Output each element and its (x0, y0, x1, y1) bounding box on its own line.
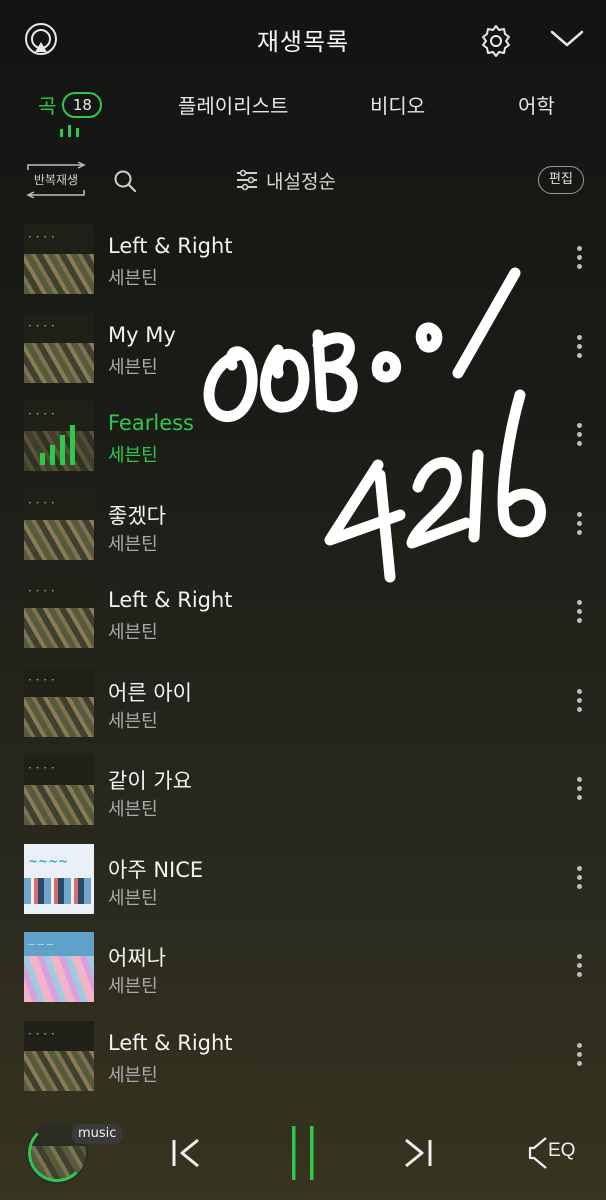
track-title: Left & Right (108, 588, 233, 612)
more-vertical-icon[interactable] (574, 688, 584, 717)
previous-icon[interactable] (170, 1136, 204, 1170)
album-art: · · · · (24, 401, 94, 471)
tab-language[interactable]: 어학 (518, 90, 555, 119)
more-vertical-icon[interactable] (574, 777, 584, 805)
track-artist: 세븐틴 (108, 710, 158, 732)
tab-bar: 곡 18 플레이리스트 비디오 어학 (0, 86, 606, 146)
album-art: · · · · (24, 1020, 94, 1091)
track-artist: 세븐틴 (108, 1064, 158, 1086)
list-item[interactable]: · · · · 같이 가요 세븐틴 (0, 747, 606, 836)
album-art: · · · · (24, 578, 94, 648)
list-item[interactable]: · · · · Left & Right 세븐틴 (0, 570, 606, 659)
tab-playlist[interactable]: 플레이리스트 (178, 90, 288, 119)
track-artist: 세븐틴 (108, 622, 158, 643)
list-item[interactable]: · · · · My My 세븐틴 (0, 305, 606, 394)
track-artist: 세븐틴 (108, 887, 158, 909)
search-icon[interactable] (113, 169, 137, 193)
more-vertical-icon[interactable] (574, 1042, 584, 1071)
album-art: · · · · (24, 755, 94, 825)
repeat-button[interactable]: 반복재생 (24, 162, 88, 198)
more-vertical-icon[interactable] (574, 334, 584, 363)
more-vertical-icon[interactable] (574, 600, 584, 628)
more-vertical-icon[interactable] (574, 246, 584, 274)
eq-icon (528, 1137, 547, 1169)
track-artist: 세븐틴 (108, 268, 158, 289)
track-title: 어쩌나 (108, 946, 166, 970)
track-title: Left & Right (108, 1030, 233, 1055)
track-title: Left & Right (108, 234, 233, 258)
repeat-label: 반복재생 (33, 173, 79, 187)
album-art: — — — (24, 932, 94, 1002)
pause-icon[interactable] (289, 1126, 317, 1180)
album-art: · · · · (24, 312, 94, 383)
sort-label: 내설정순 (266, 170, 336, 193)
list-toolbar: 반복재생 내설정순 편집 (0, 160, 606, 204)
track-title: 어른 아이 (108, 680, 192, 705)
track-artist: 세븐틴 (108, 799, 158, 820)
gear-icon[interactable] (478, 22, 514, 58)
more-vertical-icon[interactable] (574, 865, 584, 894)
track-title: My My (108, 322, 176, 347)
list-item[interactable]: — — — 어쩌나 세븐틴 (0, 924, 606, 1013)
music-badge: music (72, 1124, 123, 1144)
tab-songs-label: 곡 (38, 94, 57, 118)
page-title: 재생목록 (256, 28, 350, 56)
sort-button[interactable]: 내설정순 (236, 166, 336, 194)
player-bar: music EQ (0, 1100, 606, 1200)
tab-video[interactable]: 비디오 (370, 90, 425, 119)
list-item[interactable]: · · · · 좋겠다 세븐틴 (0, 482, 606, 571)
track-title: 아주 NICE (108, 857, 204, 882)
song-count-badge: 18 (62, 91, 103, 118)
track-artist: 세븐틴 (108, 976, 158, 997)
track-title: 같이 가요 (108, 769, 192, 793)
eq-button[interactable]: EQ (528, 1136, 580, 1170)
edit-button[interactable]: 편집 (538, 166, 584, 194)
album-art: · · · · (24, 666, 94, 737)
tab-songs[interactable]: 곡 18 (38, 90, 103, 119)
sort-icon (237, 169, 257, 191)
track-list: · · · · Left & Right 세븐틴 · · · · My My 세… (0, 216, 606, 1101)
album-art: · · · · (24, 489, 94, 560)
list-item[interactable]: · · · · Left & Right 세븐틴 (0, 1013, 606, 1102)
track-title: Fearless (108, 411, 194, 435)
list-item[interactable]: · · · · 어른 아이 세븐틴 (0, 659, 606, 748)
more-vertical-icon[interactable] (574, 511, 584, 540)
eq-label: EQ (548, 1140, 576, 1161)
more-vertical-icon[interactable] (574, 423, 584, 451)
playing-equalizer-icon (40, 425, 75, 465)
track-artist: 세븐틴 (108, 356, 158, 378)
list-item[interactable]: ~~~~ 아주 NICE 세븐틴 (0, 836, 606, 925)
next-icon[interactable] (400, 1136, 434, 1170)
list-item-now-playing[interactable]: · · · · Fearless 세븐틴 (0, 393, 606, 482)
track-artist: 세븐틴 (108, 533, 158, 555)
top-bar: 재생목록 (0, 0, 606, 78)
equalizer-icon (60, 122, 80, 137)
more-vertical-icon[interactable] (574, 954, 584, 982)
album-art: · · · · (24, 224, 94, 294)
chevron-down-icon[interactable] (548, 26, 586, 52)
album-art: ~~~~ (24, 843, 94, 914)
track-artist: 세븐틴 (108, 445, 158, 466)
track-title: 좋겠다 (108, 503, 166, 528)
list-item[interactable]: · · · · Left & Right 세븐틴 (0, 216, 606, 305)
